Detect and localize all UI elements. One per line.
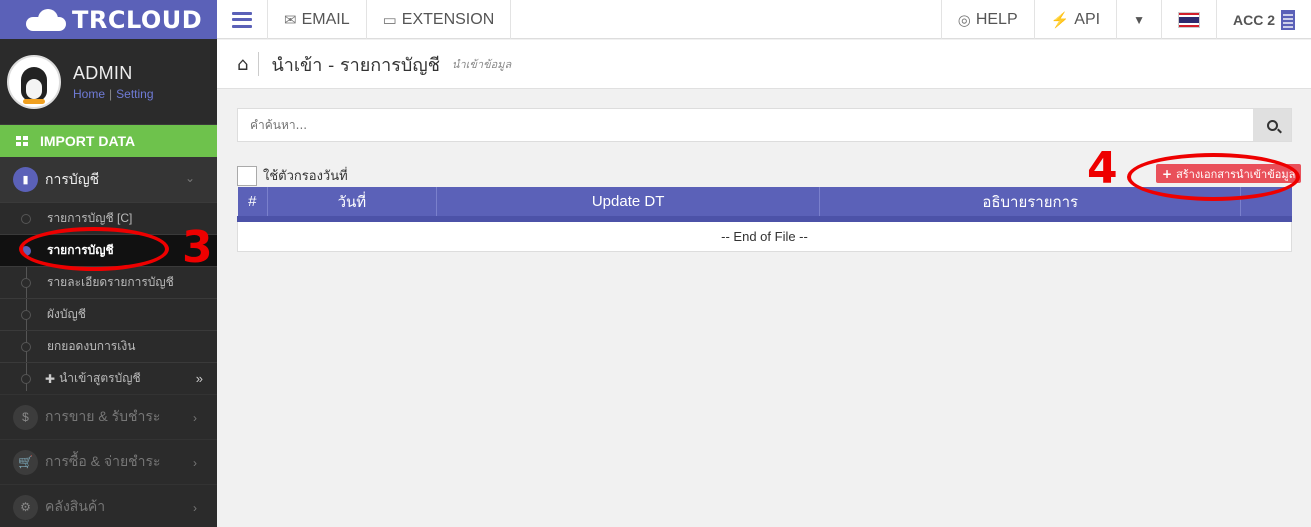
plug-icon: ⚡ <box>1050 11 1070 29</box>
lifebuoy-icon: ◎ <box>957 11 971 29</box>
import-data-label: IMPORT DATA <box>40 133 136 149</box>
bullet-icon <box>21 342 31 352</box>
import-data-header[interactable]: IMPORT DATA <box>0 125 217 157</box>
email-button[interactable]: ✉ EMAIL <box>268 0 367 39</box>
api-button[interactable]: ⚡ API <box>1035 0 1118 39</box>
book-icon: ▮ <box>13 167 38 192</box>
email-label: EMAIL <box>301 10 350 28</box>
date-filter: ใช้ตัวกรองวันที่ <box>237 165 348 186</box>
caret-down-icon: ▼ <box>1133 12 1145 27</box>
dollar-icon: $ <box>13 404 38 430</box>
table-row: -- End of File -- <box>237 218 1292 252</box>
home-icon[interactable]: ⌂ <box>237 54 248 75</box>
chevron-right-icon: › <box>193 411 197 425</box>
search-button[interactable] <box>1253 109 1291 141</box>
home-link[interactable]: Home <box>73 87 105 101</box>
column-header-index: # <box>237 187 268 222</box>
date-filter-label: ใช้ตัวกรองวันที่ <box>263 169 348 184</box>
sidebar-item-label: ผังบัญชี <box>47 307 86 321</box>
bullet-icon <box>21 310 31 320</box>
date-filter-checkbox[interactable] <box>237 165 257 186</box>
annotation-circle-3 <box>19 227 169 271</box>
page-subtitle: นำเข้าข้อมูล <box>451 58 512 71</box>
cubes-icon: ⚙ <box>13 494 38 520</box>
sidebar-item-label: นำเข้าสูตรบัญชี <box>59 371 141 385</box>
extension-button[interactable]: ▭ EXTENSION <box>367 0 512 39</box>
account-label: ACC 2 <box>1232 11 1275 28</box>
thai-flag-icon <box>1177 11 1200 28</box>
column-header-update-dt[interactable]: Update DT <box>436 187 821 222</box>
user-profile: ADMIN Home | Setting <box>0 39 217 125</box>
brand-name: TRCLOUD <box>72 5 203 34</box>
menu-toggle-button[interactable] <box>217 0 268 39</box>
building-icon <box>1281 9 1295 30</box>
column-header-date[interactable]: วันที่ <box>267 187 437 222</box>
section-label: คลังสินค้า <box>45 498 106 514</box>
envelope-icon: ✉ <box>284 11 297 29</box>
api-label: API <box>1074 10 1101 28</box>
help-button[interactable]: ◎ HELP <box>940 0 1035 39</box>
bullet-icon <box>21 214 31 224</box>
extension-label: EXTENSION <box>401 10 495 28</box>
account-switcher[interactable]: ACC 2 <box>1217 0 1311 39</box>
sidebar-section-purchase[interactable]: 🛒 การซื้อ & จ่ายชำระ › <box>0 439 217 484</box>
annotation-number-4: 4 <box>1087 143 1118 194</box>
section-label: การบัญชี <box>45 170 100 187</box>
language-flag-button[interactable] <box>1162 0 1217 39</box>
section-label: การขาย & รับชำระ <box>45 408 161 424</box>
cart-icon: 🛒 <box>13 449 38 475</box>
avatar <box>7 54 61 109</box>
data-table: # วันที่ Update DT อธิบายรายการ -- End o… <box>237 187 1292 252</box>
end-of-file-cell: -- End of File -- <box>237 218 1292 252</box>
sidebar-item-label: รายการบัญชี [C] <box>47 211 133 225</box>
cloud-icon <box>22 7 70 33</box>
double-chevron-right-icon: » <box>195 371 203 386</box>
search-input[interactable] <box>238 109 1253 141</box>
sidebar-item-label: ยกยอดงบการเงิน <box>47 339 136 353</box>
app-logo[interactable]: TRCLOUD <box>0 0 217 39</box>
monitor-icon: ▭ <box>382 11 397 29</box>
sidebar-section-sales[interactable]: $ การขาย & รับชำระ › <box>0 394 217 439</box>
chevron-right-icon: › <box>193 501 197 515</box>
help-label: HELP <box>975 10 1018 28</box>
annotation-circle-4 <box>1127 153 1300 201</box>
chevron-right-icon: › <box>193 456 197 470</box>
setting-link[interactable]: Setting <box>116 87 153 101</box>
section-label: การซื้อ & จ่ายชำระ <box>45 453 161 469</box>
puzzle-icon: ✚ <box>45 371 56 386</box>
sidebar-item-label: รายละเอียดรายการบัญชี <box>47 275 174 289</box>
grid-icon <box>16 136 28 146</box>
sidebar-section-inventory[interactable]: ⚙ คลังสินค้า › <box>0 484 217 527</box>
page-header: ⌂ นำเข้า - รายการบัญชี นำเข้าข้อมูล <box>217 40 1311 89</box>
link-separator: | <box>109 86 113 101</box>
search-bar <box>237 108 1292 142</box>
sidebar-section-accounting[interactable]: ▮ การบัญชี ⌄ <box>0 157 217 202</box>
top-navbar: ✉ EMAIL ▭ EXTENSION ◎ HELP ⚡ API ▼ ACC 2 <box>217 0 1311 39</box>
search-icon <box>1266 119 1278 131</box>
chevron-down-icon: ⌄ <box>184 171 195 185</box>
sidebar-item-import-formula[interactable]: ✚ นำเข้าสูตรบัญชี » <box>0 362 217 394</box>
user-name: ADMIN <box>73 62 133 83</box>
annotation-number-3: 3 <box>182 222 213 273</box>
bullet-icon <box>21 278 31 288</box>
dropdown-button[interactable]: ▼ <box>1117 0 1162 39</box>
sidebar: ADMIN Home | Setting IMPORT DATA ▮ การบัญช… <box>0 39 217 527</box>
bullet-icon <box>21 374 31 384</box>
page-title: นำเข้า - รายการบัญชี <box>271 54 440 76</box>
hamburger-icon <box>232 11 252 28</box>
sidebar-item-chart-of-accounts[interactable]: ผังบัญชี <box>0 298 217 330</box>
table-header-row: # วันที่ Update DT อธิบายรายการ <box>237 187 1292 222</box>
sidebar-item-carry-forward[interactable]: ยกยอดงบการเงิน <box>0 330 217 362</box>
